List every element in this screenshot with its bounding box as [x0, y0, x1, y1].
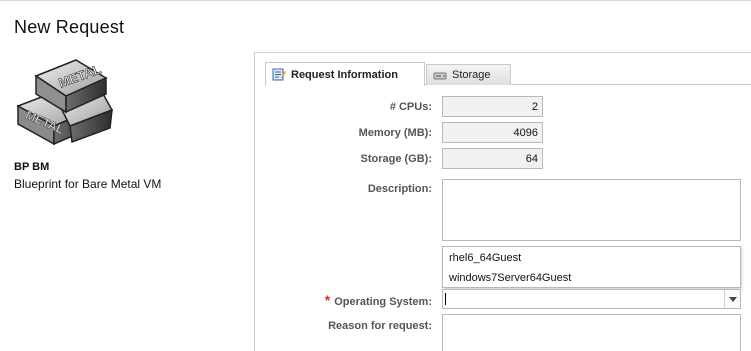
cpus-field[interactable]: 2	[442, 96, 543, 117]
os-option-rhel6[interactable]: rhel6_64Guest	[443, 247, 740, 267]
required-marker: *	[324, 292, 331, 308]
form-icon	[272, 68, 286, 81]
os-combobox[interactable]	[442, 289, 741, 309]
tab-strip: Request Information Storage	[265, 62, 751, 86]
description-label: Description:	[367, 183, 432, 195]
os-dropdown-list: rhel6_64Guest windows7Server64Guest	[442, 246, 741, 288]
storage-field[interactable]: 64	[442, 148, 543, 169]
os-label: Operating System:	[334, 296, 432, 308]
memory-field[interactable]: 4096	[442, 122, 543, 143]
metal-ingots-logo: METAL METAL	[16, 59, 114, 146]
tab-request-information[interactable]: Request Information	[265, 62, 425, 86]
tab-label: Request Information	[291, 68, 398, 81]
os-label-row: * Operating System:	[280, 292, 432, 308]
disk-icon	[433, 70, 447, 81]
blueprint-description: Blueprint for Bare Metal VM	[14, 177, 162, 191]
os-option-windows7server[interactable]: windows7Server64Guest	[443, 267, 740, 287]
storage-label: Storage (GB):	[360, 153, 433, 165]
cpus-label: # CPUs:	[389, 101, 432, 113]
reason-textarea[interactable]	[442, 314, 741, 351]
chevron-down-icon[interactable]	[724, 290, 740, 308]
reason-label: Reason for request:	[328, 320, 432, 332]
blueprint-name: BP BM	[14, 161, 50, 173]
description-textarea[interactable]	[442, 179, 741, 241]
text-cursor	[445, 293, 446, 305]
page-title: New Request	[14, 17, 125, 37]
memory-label: Memory (MB):	[358, 127, 432, 139]
top-divider	[0, 0, 751, 1]
tab-storage[interactable]: Storage	[426, 64, 511, 85]
tab-label: Storage	[452, 69, 491, 81]
